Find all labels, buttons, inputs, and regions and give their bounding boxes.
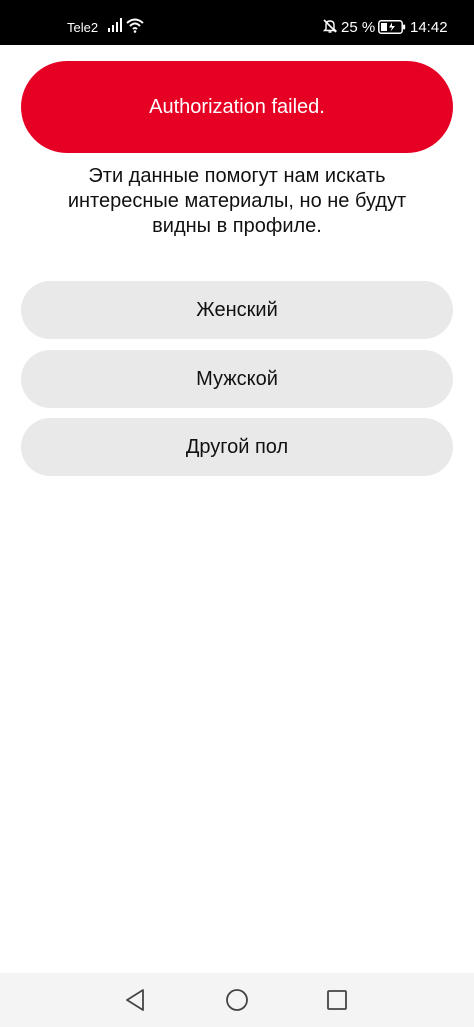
error-message: Authorization failed. xyxy=(149,95,325,118)
recents-icon[interactable] xyxy=(323,986,351,1014)
description-text: Эти данные помогут нам искать интересные… xyxy=(67,165,407,237)
status-bar: Tele2 25 % 14:42 xyxy=(0,0,474,45)
error-banner: Authorization failed. xyxy=(21,61,453,153)
option-other-button[interactable]: Другой пол xyxy=(21,418,453,476)
home-icon[interactable] xyxy=(223,986,251,1014)
screen: Tele2 25 % 14:42 Authorization failed. Э… xyxy=(0,0,474,1027)
option-male-button[interactable]: Мужской xyxy=(21,350,453,408)
battery-percent: 25 % xyxy=(341,19,376,36)
back-icon[interactable] xyxy=(122,986,150,1014)
clock: 14:42 xyxy=(410,19,448,36)
mute-icon xyxy=(322,19,338,33)
option-female-button[interactable]: Женский xyxy=(21,281,453,339)
option-label: Женский xyxy=(196,298,278,321)
carrier-name: Tele2 xyxy=(67,20,99,35)
option-label: Мужской xyxy=(196,367,278,390)
battery-icon xyxy=(378,20,406,34)
wifi-icon xyxy=(126,18,144,33)
signal-icon xyxy=(108,18,122,32)
option-label: Другой пол xyxy=(185,435,289,458)
navigation-bar xyxy=(0,973,474,1027)
